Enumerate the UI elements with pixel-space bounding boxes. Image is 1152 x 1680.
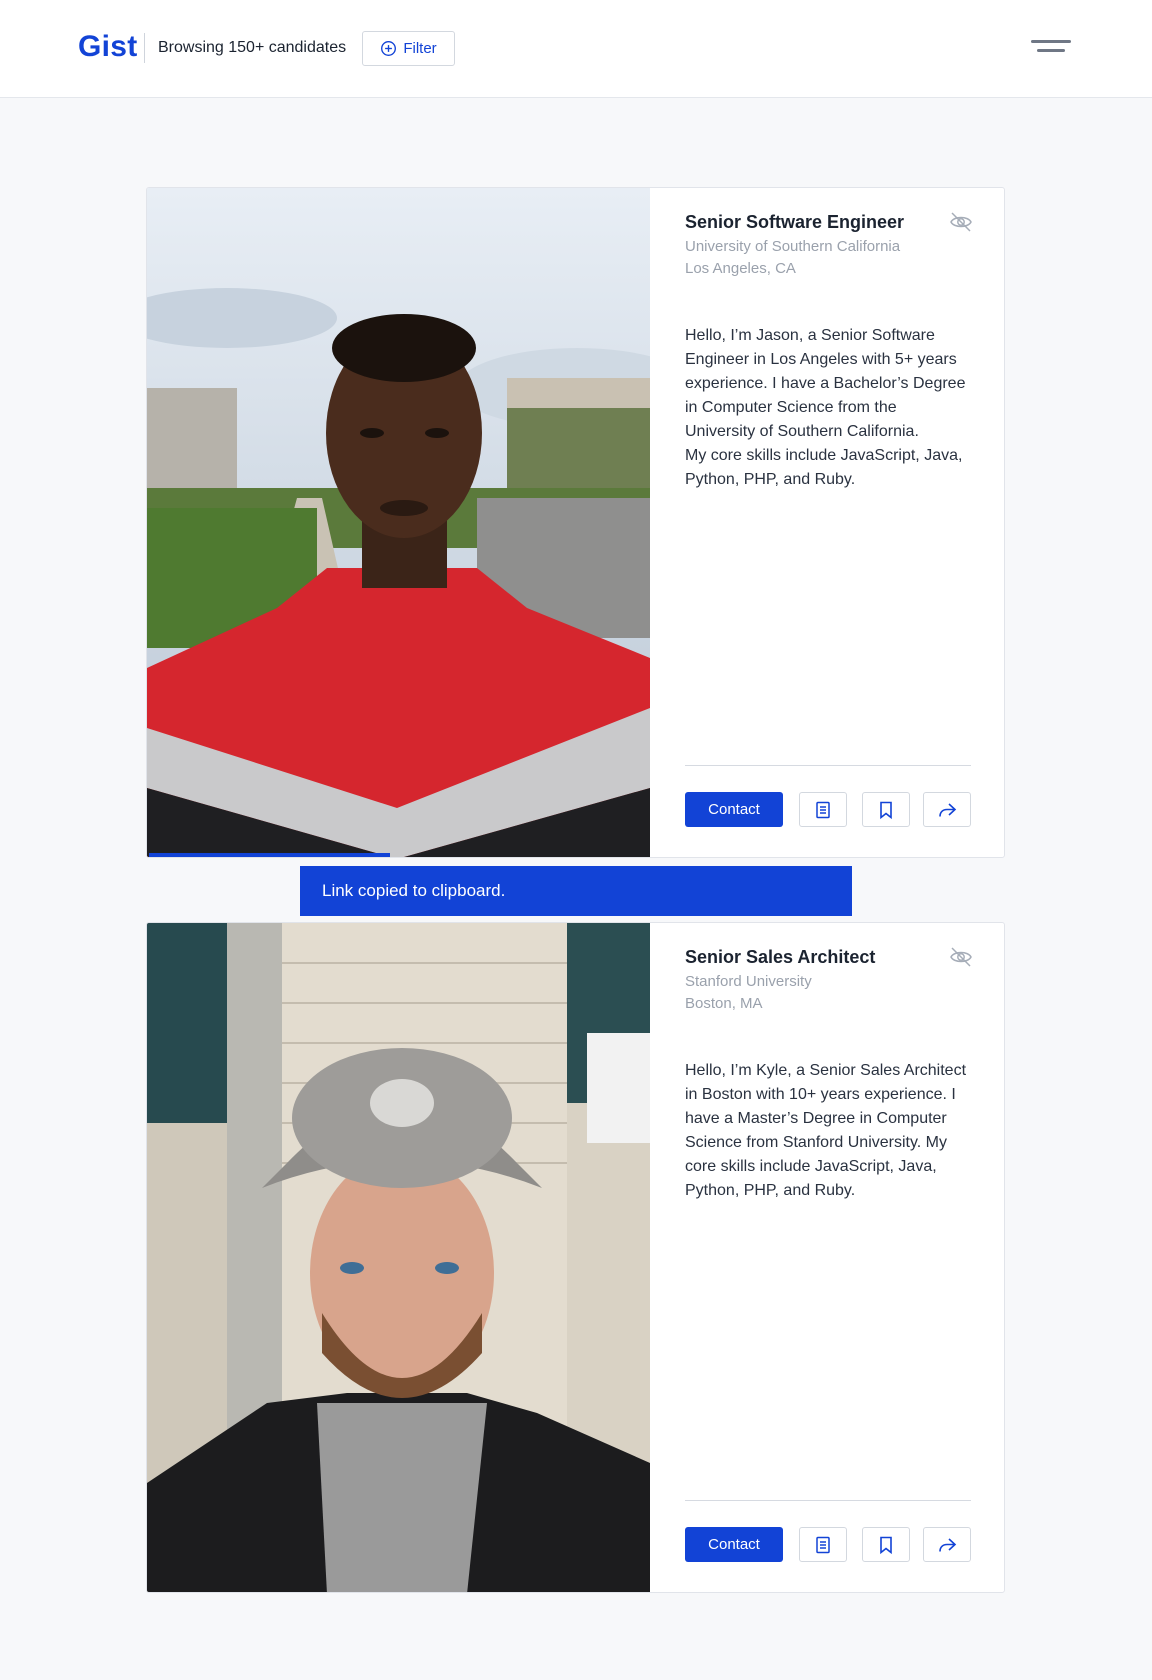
location: Boston, MA — [685, 995, 763, 1012]
school-name: Stanford University — [685, 973, 812, 990]
school-name: University of Southern California — [685, 238, 901, 255]
resume-button[interactable] — [799, 1527, 847, 1562]
card-divider — [685, 765, 971, 766]
candidate-photo — [147, 923, 650, 1592]
gist-logo[interactable]: Gist — [78, 30, 138, 64]
job-title: Senior Software Engineer — [685, 212, 905, 232]
filter-label: Filter — [403, 40, 437, 57]
document-icon — [816, 1536, 830, 1553]
location: Los Angeles, CA — [685, 260, 796, 277]
header-divider — [144, 33, 145, 63]
bookmark-icon — [880, 801, 892, 819]
resume-button[interactable] — [799, 792, 847, 827]
share-button[interactable] — [923, 792, 971, 827]
share-arrow-icon — [939, 802, 957, 817]
share-arrow-icon — [939, 1537, 957, 1552]
top-header: Gist Browsing 150+ candidates Filter — [0, 0, 1152, 98]
bookmark-icon — [880, 1536, 892, 1554]
card-divider — [685, 1500, 971, 1501]
progress-bar — [149, 853, 391, 857]
contact-button[interactable]: Contact — [685, 1527, 783, 1562]
candidate-card: Senior Software Engineer University of S… — [146, 187, 1005, 858]
candidate-info: Senior Sales Architect Stanford Universi… — [685, 923, 973, 1592]
clipboard-toast: Link copied to clipboard. — [300, 866, 852, 916]
share-button[interactable] — [923, 1527, 971, 1562]
candidate-card: Senior Sales Architect Stanford Universi… — [146, 922, 1005, 1593]
candidate-info: Senior Software Engineer University of S… — [685, 188, 973, 857]
candidate-photo — [147, 188, 650, 857]
eye-off-icon[interactable] — [949, 945, 973, 969]
contact-button[interactable]: Contact — [685, 792, 783, 827]
browsing-count: Browsing 150+ candidates — [158, 39, 347, 56]
bookmark-button[interactable] — [862, 792, 910, 827]
job-title: Senior Sales Architect — [685, 947, 876, 967]
eye-off-icon[interactable] — [949, 210, 973, 234]
candidate-bio: Hello, I’m Jason, a Senior Software Engi… — [685, 327, 966, 488]
candidate-bio: Hello, I’m Kyle, a Senior Sales Architec… — [685, 1062, 967, 1199]
filter-button[interactable]: Filter — [362, 31, 455, 66]
bookmark-button[interactable] — [862, 1527, 910, 1562]
plus-circle-icon — [381, 41, 397, 56]
document-icon — [816, 801, 830, 818]
hamburger-menu-icon[interactable] — [1028, 38, 1074, 58]
